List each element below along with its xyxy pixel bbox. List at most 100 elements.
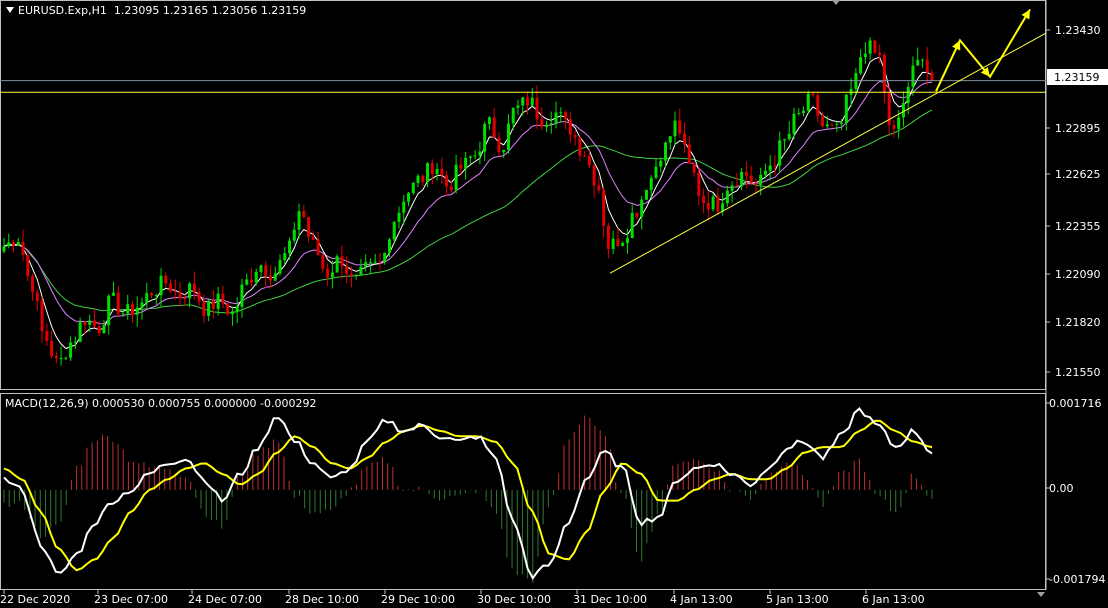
candle-body: [221, 293, 225, 304]
candle-body: [644, 189, 648, 200]
candle-body: [673, 120, 677, 137]
symbol-label: EURUSD.Exp,H1: [18, 4, 107, 17]
candle-body: [625, 238, 629, 243]
candle-body: [116, 292, 120, 314]
candle-body: [121, 313, 125, 315]
macd-axis-ticks: 0.001716 0.00 -0.001794: [1046, 397, 1105, 586]
candle-body: [663, 142, 667, 161]
candle-body: [759, 174, 763, 185]
candle-body: [387, 239, 391, 253]
candle-body: [202, 301, 206, 317]
candle-body: [630, 212, 634, 239]
candle-body: [169, 283, 173, 292]
candle-body: [102, 325, 106, 334]
candle-body: [568, 119, 572, 135]
candle-body: [464, 157, 468, 169]
candle-body: [397, 212, 401, 222]
candle-body: [573, 134, 577, 138]
candle-body: [659, 160, 663, 167]
candle-body: [506, 123, 510, 150]
candle-body: [378, 261, 382, 263]
candle-body: [435, 168, 439, 174]
candle-body: [892, 124, 896, 129]
candle-body: [449, 186, 453, 191]
candle-body: [525, 97, 529, 106]
candle-body: [611, 238, 615, 249]
macd-tick-label: -0.001794: [1049, 573, 1105, 586]
candle-body: [126, 304, 130, 314]
candle-body: [473, 155, 477, 157]
trendline: [609, 32, 1047, 274]
candle-body: [326, 268, 330, 278]
scroll-marker-icon[interactable]: [832, 0, 840, 5]
candle-body: [616, 238, 620, 247]
end-marker-icon[interactable]: [1037, 592, 1045, 597]
candle-body: [226, 303, 230, 315]
candle-body: [330, 272, 334, 278]
candle-body: [245, 279, 249, 285]
candle-body: [706, 203, 710, 210]
candle-body: [145, 293, 149, 303]
candle-body: [154, 295, 158, 297]
candle-body: [459, 164, 463, 169]
candle-body: [230, 311, 234, 315]
candle-body: [882, 54, 886, 94]
candle-body: [483, 123, 487, 152]
candle-body: [521, 97, 525, 106]
candle-body: [468, 156, 472, 158]
candle-body: [797, 113, 801, 115]
price-tick-label: 1.21820: [1055, 316, 1101, 329]
candle-body: [269, 275, 273, 281]
candle-body: [825, 124, 829, 127]
time-tick-label: 22 Dec 2020: [0, 593, 70, 606]
candle-body: [349, 273, 353, 276]
candle-body: [916, 59, 920, 66]
candle-body: [763, 170, 767, 175]
current-price-tag: 1.23159: [1047, 69, 1108, 85]
candle-body: [364, 262, 368, 267]
candle-body: [678, 120, 682, 134]
candle-body: [92, 320, 96, 327]
candle-body: [821, 115, 825, 127]
candle-body: [740, 171, 744, 187]
time-tick-label: 4 Jan 13:00: [670, 593, 733, 606]
candle-body: [335, 256, 339, 273]
chart-canvas[interactable]: 1.23430 1.22895 1.22625 1.22355 1.22090 1.218…: [0, 0, 1108, 608]
candle-body: [78, 321, 82, 342]
candle-body: [802, 110, 806, 114]
candle-body: [359, 266, 363, 275]
candle-body: [135, 307, 139, 315]
candle-body: [787, 133, 791, 140]
time-tick-label: 6 Jan 13:00: [862, 593, 925, 606]
candle-body: [749, 175, 753, 183]
time-axis: 22 Dec 2020 23 Dec 07:00 24 Dec 07:00 28 De…: [0, 590, 925, 606]
candle-body: [621, 242, 625, 247]
dropdown-triangle-icon[interactable]: [6, 7, 14, 13]
candle-body: [863, 53, 867, 58]
candle-body: [211, 300, 215, 309]
candle-body: [925, 59, 929, 73]
candle-body: [311, 236, 315, 240]
projection-arrow-path: [935, 8, 1031, 92]
candles: [2, 37, 934, 366]
candle-body: [402, 201, 406, 213]
candle-body: [188, 283, 192, 299]
candle-body: [88, 320, 92, 325]
candle-body: [768, 165, 772, 171]
candle-body: [559, 112, 563, 114]
candle-body: [40, 300, 44, 332]
candle-body: [792, 113, 796, 134]
candle-body: [31, 276, 35, 293]
candle-body: [697, 172, 701, 196]
candle-body: [930, 72, 934, 81]
candle-body: [497, 137, 501, 153]
candle-body: [754, 182, 758, 185]
candle-body: [920, 59, 924, 61]
time-tick-label: 24 Dec 07:00: [188, 593, 262, 606]
price-pane-title: EURUSD.Exp,H1 1.23095 1.23165 1.23056 1.…: [6, 4, 306, 17]
candle-body: [564, 112, 568, 120]
macd-lines: [3, 407, 933, 580]
candle-body: [288, 240, 292, 254]
candle-body: [416, 175, 420, 183]
candle-body: [744, 171, 748, 176]
